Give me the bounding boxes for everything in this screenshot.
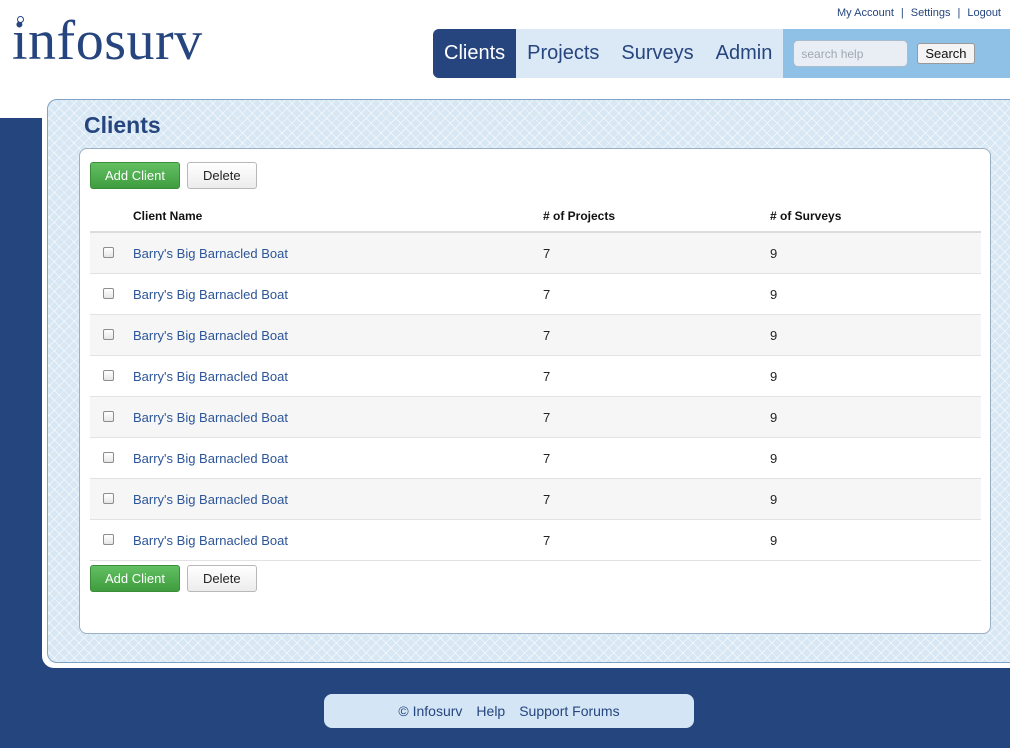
utility-links: My Account | Settings | Logout bbox=[837, 7, 1001, 19]
surveys-count: 9 bbox=[770, 327, 778, 343]
tab-clients[interactable]: Clients bbox=[433, 29, 517, 78]
tab-surveys[interactable]: Surveys bbox=[610, 29, 705, 78]
client-link[interactable]: Barry's Big Barnacled Boat bbox=[133, 410, 288, 425]
table-row: Barry's Big Barnacled Boat 7 9 bbox=[90, 397, 981, 438]
column-header-client-name[interactable]: Client Name bbox=[133, 209, 543, 223]
table-header: Client Name # of Projects # of Surveys bbox=[90, 200, 981, 233]
client-link[interactable]: Barry's Big Barnacled Boat bbox=[133, 287, 288, 302]
row-checkbox[interactable] bbox=[103, 451, 114, 463]
clients-table: Client Name # of Projects # of Surveys B… bbox=[90, 200, 981, 561]
client-link[interactable]: Barry's Big Barnacled Boat bbox=[133, 246, 288, 261]
row-checkbox-cell bbox=[90, 287, 133, 302]
nav-search-area: Search bbox=[783, 29, 1010, 78]
search-button[interactable]: Search bbox=[917, 43, 975, 64]
row-checkbox[interactable] bbox=[103, 410, 114, 422]
table-row: Barry's Big Barnacled Boat 7 9 bbox=[90, 315, 981, 356]
client-name-cell: Barry's Big Barnacled Boat bbox=[133, 451, 543, 466]
search-help-input[interactable] bbox=[793, 40, 909, 67]
client-name-cell: Barry's Big Barnacled Boat bbox=[133, 533, 543, 548]
delete-button-bottom[interactable]: Delete bbox=[186, 565, 257, 592]
tab-projects[interactable]: Projects bbox=[516, 29, 611, 78]
panel-pattern: Clients Add Client Delete Client Name # … bbox=[47, 99, 1010, 663]
table-row: Barry's Big Barnacled Boat 7 9 bbox=[90, 520, 981, 561]
table-row: Barry's Big Barnacled Boat 7 9 bbox=[90, 479, 981, 520]
client-link[interactable]: Barry's Big Barnacled Boat bbox=[133, 533, 288, 548]
surveys-count: 9 bbox=[770, 409, 778, 425]
infosurv-logo[interactable]: infosurv bbox=[12, 6, 203, 76]
row-checkbox[interactable] bbox=[103, 246, 114, 258]
row-checkbox-cell bbox=[90, 369, 133, 384]
client-link[interactable]: Barry's Big Barnacled Boat bbox=[133, 369, 288, 384]
row-checkbox-cell bbox=[90, 451, 133, 466]
projects-count: 7 bbox=[543, 368, 551, 384]
projects-count: 7 bbox=[543, 245, 551, 261]
logo-dot-icon bbox=[17, 16, 24, 23]
clients-card: Add Client Delete Client Name # of Proje… bbox=[79, 148, 991, 634]
client-name-cell: Barry's Big Barnacled Boat bbox=[133, 287, 543, 302]
row-checkbox-cell bbox=[90, 533, 133, 548]
row-checkbox-cell bbox=[90, 246, 133, 261]
support-forums-link[interactable]: Support Forums bbox=[519, 703, 619, 719]
delete-button[interactable]: Delete bbox=[186, 162, 257, 189]
row-checkbox-cell bbox=[90, 328, 133, 343]
main-panel: Clients Add Client Delete Client Name # … bbox=[42, 96, 1010, 668]
surveys-count: 9 bbox=[770, 245, 778, 261]
my-account-link[interactable]: My Account bbox=[837, 7, 894, 19]
client-name-cell: Barry's Big Barnacled Boat bbox=[133, 246, 543, 261]
main-nav: Clients Projects Surveys Admin Search bbox=[433, 29, 1010, 78]
client-name-cell: Barry's Big Barnacled Boat bbox=[133, 410, 543, 425]
table-row: Barry's Big Barnacled Boat 7 9 bbox=[90, 356, 981, 397]
footer: © Infosurv Help Support Forums bbox=[324, 694, 694, 728]
surveys-count: 9 bbox=[770, 368, 778, 384]
surveys-count: 9 bbox=[770, 286, 778, 302]
header: infosurv My Account | Settings | Logout Clie… bbox=[0, 0, 1010, 100]
table-row: Barry's Big Barnacled Boat 7 9 bbox=[90, 274, 981, 315]
add-client-button[interactable]: Add Client bbox=[90, 162, 180, 189]
row-checkbox[interactable] bbox=[103, 492, 114, 504]
page-title: Clients bbox=[84, 112, 161, 138]
row-checkbox[interactable] bbox=[103, 533, 114, 545]
client-link[interactable]: Barry's Big Barnacled Boat bbox=[133, 328, 288, 343]
row-checkbox[interactable] bbox=[103, 369, 114, 381]
logout-link[interactable]: Logout bbox=[967, 7, 1001, 19]
projects-count: 7 bbox=[543, 286, 551, 302]
column-header-surveys[interactable]: # of Surveys bbox=[770, 209, 981, 223]
column-header-projects[interactable]: # of Projects bbox=[543, 209, 770, 223]
tab-admin[interactable]: Admin bbox=[704, 29, 784, 78]
row-checkbox-cell bbox=[90, 492, 133, 507]
surveys-count: 9 bbox=[770, 450, 778, 466]
table-row: Barry's Big Barnacled Boat 7 9 bbox=[90, 233, 981, 274]
settings-link[interactable]: Settings bbox=[911, 7, 951, 19]
surveys-count: 9 bbox=[770, 532, 778, 548]
projects-count: 7 bbox=[543, 532, 551, 548]
client-link[interactable]: Barry's Big Barnacled Boat bbox=[133, 492, 288, 507]
client-name-cell: Barry's Big Barnacled Boat bbox=[133, 369, 543, 384]
projects-count: 7 bbox=[543, 327, 551, 343]
help-link[interactable]: Help bbox=[476, 703, 505, 719]
copyright-link[interactable]: © Infosurv bbox=[398, 703, 462, 719]
row-checkbox[interactable] bbox=[103, 328, 114, 340]
projects-count: 7 bbox=[543, 450, 551, 466]
projects-count: 7 bbox=[543, 491, 551, 507]
add-client-button-bottom[interactable]: Add Client bbox=[90, 565, 180, 592]
table-row: Barry's Big Barnacled Boat 7 9 bbox=[90, 438, 981, 479]
bottom-button-row: Add Client Delete bbox=[90, 565, 257, 592]
separator: | bbox=[957, 7, 961, 19]
client-name-cell: Barry's Big Barnacled Boat bbox=[133, 328, 543, 343]
top-button-row: Add Client Delete bbox=[90, 162, 257, 189]
client-link[interactable]: Barry's Big Barnacled Boat bbox=[133, 451, 288, 466]
client-name-cell: Barry's Big Barnacled Boat bbox=[133, 492, 543, 507]
surveys-count: 9 bbox=[770, 491, 778, 507]
separator: | bbox=[900, 7, 904, 19]
projects-count: 7 bbox=[543, 409, 551, 425]
row-checkbox-cell bbox=[90, 410, 133, 425]
row-checkbox[interactable] bbox=[103, 287, 114, 299]
